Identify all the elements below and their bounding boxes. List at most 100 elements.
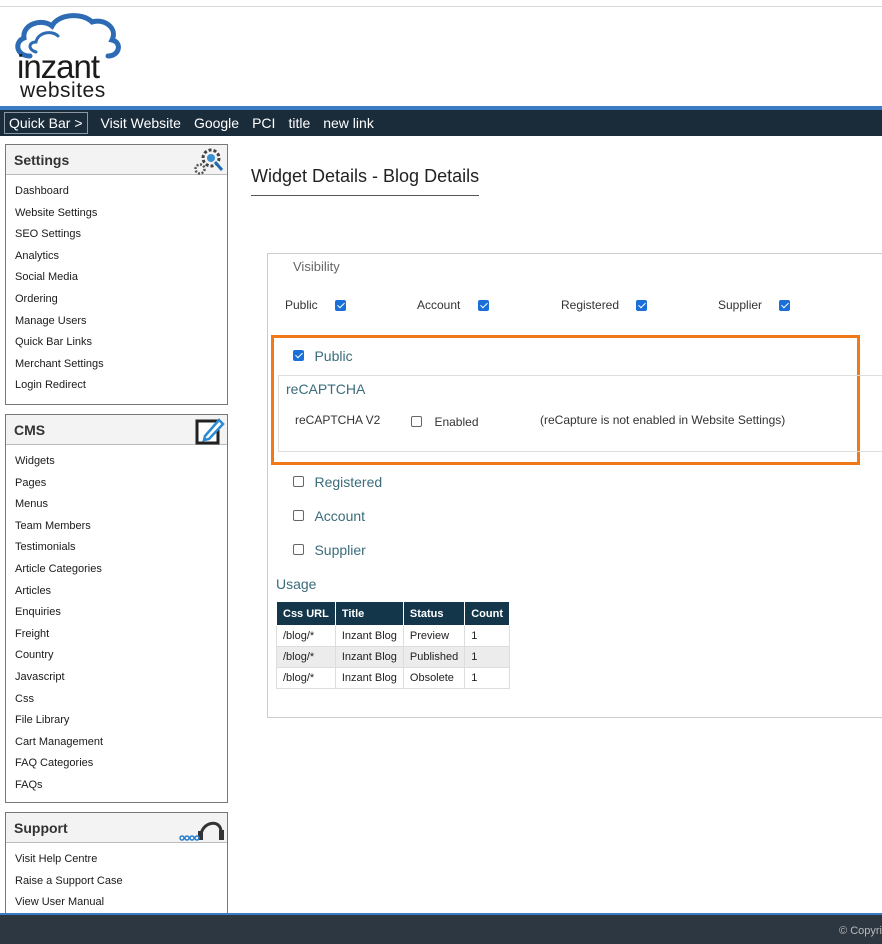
cell-css-url: /blog/* bbox=[276, 646, 336, 668]
visibility-supplier-label: Supplier bbox=[718, 298, 763, 312]
section-account-label: Account bbox=[314, 507, 366, 524]
quick-bar-label[interactable]: Quick Bar > bbox=[4, 112, 88, 134]
quick-link-visit-website[interactable]: Visit Website bbox=[101, 115, 181, 131]
page-title: Widget Details - Blog Details bbox=[251, 166, 480, 196]
visibility-public-checkbox[interactable] bbox=[335, 300, 347, 312]
gears-icon bbox=[193, 146, 225, 181]
sidebar-item-article-categories[interactable]: Article Categories bbox=[15, 559, 227, 581]
recaptcha-heading: reCAPTCHA bbox=[286, 381, 366, 397]
visibility-public-label: Public bbox=[285, 298, 318, 312]
table-row: /blog/* Inzant Blog Obsolete 1 bbox=[276, 667, 510, 689]
visibility-account-checkbox[interactable] bbox=[477, 300, 489, 312]
sidebar-item-faq-categories[interactable]: FAQ Categories bbox=[15, 753, 227, 775]
sidebar-item-freight[interactable]: Freight bbox=[15, 624, 227, 646]
headset-icon bbox=[177, 814, 225, 849]
cell-css-url: /blog/* bbox=[276, 625, 336, 647]
sidebar-item-enquiries[interactable]: Enquiries bbox=[15, 602, 227, 624]
quick-link-pci[interactable]: PCI bbox=[252, 115, 275, 131]
cell-status: Published bbox=[402, 646, 466, 668]
visibility-legend: Visibility bbox=[293, 259, 340, 274]
section-account: Account bbox=[293, 507, 365, 525]
section-registered-checkbox[interactable] bbox=[293, 476, 304, 488]
edit-icon bbox=[195, 416, 225, 451]
sidebar-item-dashboard[interactable]: Dashboard bbox=[15, 181, 227, 203]
sidebar-item-visit-help-centre[interactable]: Visit Help Centre bbox=[15, 849, 227, 871]
section-account-checkbox[interactable] bbox=[293, 510, 304, 522]
cell-count: 1 bbox=[464, 625, 510, 647]
sidebar-item-ordering[interactable]: Ordering bbox=[15, 289, 227, 311]
top-divider bbox=[0, 6, 882, 7]
recaptcha-enabled-label: Enabled bbox=[434, 414, 479, 429]
sidebar-item-file-library[interactable]: File Library bbox=[15, 710, 227, 732]
cms-panel-header: CMS bbox=[6, 415, 227, 445]
section-registered: Registered bbox=[293, 473, 382, 491]
sidebar-item-login-redirect[interactable]: Login Redirect bbox=[15, 375, 227, 397]
sidebar-item-view-user-manual[interactable]: View User Manual bbox=[15, 892, 227, 914]
section-supplier-label: Supplier bbox=[314, 541, 366, 558]
visibility-registered-label: Registered bbox=[561, 298, 620, 312]
footer: © Copyri bbox=[0, 913, 882, 944]
sidebar-item-social-media[interactable]: Social Media bbox=[15, 267, 227, 289]
recaptcha-enabled-checkbox[interactable] bbox=[411, 416, 422, 428]
inzant-logo[interactable]: inzant websites bbox=[12, 12, 130, 104]
cms-panel: CMS Widgets Pages Menus Team Members Tes… bbox=[5, 414, 228, 803]
sidebar-item-cart-management[interactable]: Cart Management bbox=[15, 732, 227, 754]
sidebar-item-team-members[interactable]: Team Members bbox=[15, 516, 227, 538]
table-row: /blog/* Inzant Blog Published 1 bbox=[276, 646, 510, 668]
sidebar-item-articles[interactable]: Articles bbox=[15, 581, 227, 603]
visibility-supplier-checkbox[interactable] bbox=[779, 300, 791, 312]
settings-panel: Settings Dashboard Website Settings SEO … bbox=[5, 144, 228, 405]
sidebar-item-seo-settings[interactable]: SEO Settings bbox=[15, 224, 227, 246]
settings-panel-title: Settings bbox=[14, 152, 70, 168]
sidebar-item-manage-users[interactable]: Manage Users bbox=[15, 311, 227, 333]
quick-link-title[interactable]: title bbox=[288, 115, 310, 131]
sidebar-item-faqs[interactable]: FAQs bbox=[15, 775, 227, 797]
column-css-url: Css URL bbox=[276, 601, 336, 626]
quick-link-google[interactable]: Google bbox=[194, 115, 239, 131]
usage-table-header: Css URL Title Status Count bbox=[276, 601, 510, 626]
recaptcha-note: (reCapture is not enabled in Website Set… bbox=[540, 413, 786, 427]
sidebar-item-menus[interactable]: Menus bbox=[15, 494, 227, 516]
sidebar-item-raise-support-case[interactable]: Raise a Support Case bbox=[15, 871, 227, 893]
cell-css-url: /blog/* bbox=[276, 667, 336, 689]
recaptcha-panel-top-border bbox=[278, 375, 882, 376]
sidebar-item-merchant-settings[interactable]: Merchant Settings bbox=[15, 354, 227, 376]
settings-panel-header: Settings bbox=[6, 145, 227, 175]
cell-title: Inzant Blog bbox=[334, 667, 404, 689]
sidebar-item-analytics[interactable]: Analytics bbox=[15, 246, 227, 268]
sidebar-item-testimonials[interactable]: Testimonials bbox=[15, 537, 227, 559]
visibility-registered-checkbox[interactable] bbox=[636, 300, 648, 312]
cell-status: Obsolete bbox=[402, 667, 466, 689]
recaptcha-field-label: reCAPTCHA V2 bbox=[295, 413, 381, 427]
sidebar-item-website-settings[interactable]: Website Settings bbox=[15, 203, 227, 225]
sidebar-item-quick-bar-links[interactable]: Quick Bar Links bbox=[15, 332, 227, 354]
usage-heading: Usage bbox=[276, 576, 317, 592]
recaptcha-enabled: Enabled bbox=[411, 413, 479, 431]
section-supplier: Supplier bbox=[293, 541, 366, 559]
section-registered-label: Registered bbox=[314, 473, 383, 490]
visibility-registered: Registered bbox=[561, 298, 648, 312]
section-public-label: Public bbox=[314, 347, 353, 364]
sidebar-item-pages[interactable]: Pages bbox=[15, 473, 227, 495]
support-panel-title: Support bbox=[14, 820, 68, 836]
section-public: Public bbox=[293, 347, 353, 365]
quick-bar: Quick Bar > Visit Website Google PCI tit… bbox=[0, 110, 882, 136]
cell-count: 1 bbox=[464, 667, 510, 689]
logo-text-websites: websites bbox=[20, 79, 106, 102]
cell-count: 1 bbox=[464, 646, 510, 668]
sidebar-item-widgets[interactable]: Widgets bbox=[15, 451, 227, 473]
footer-copyright: © Copyri bbox=[839, 925, 882, 937]
section-public-checkbox[interactable] bbox=[293, 350, 304, 362]
cell-title: Inzant Blog bbox=[334, 646, 404, 668]
table-row: /blog/* Inzant Blog Preview 1 bbox=[276, 625, 510, 647]
sidebar-item-country[interactable]: Country bbox=[15, 645, 227, 667]
visibility-public: Public bbox=[285, 298, 347, 312]
sidebar-item-css[interactable]: Css bbox=[15, 689, 227, 711]
section-supplier-checkbox[interactable] bbox=[293, 544, 304, 556]
cell-title: Inzant Blog bbox=[334, 625, 404, 647]
quick-link-new-link[interactable]: new link bbox=[323, 115, 374, 131]
visibility-supplier: Supplier bbox=[718, 298, 791, 312]
sidebar-item-javascript[interactable]: Javascript bbox=[15, 667, 227, 689]
support-panel-header: Support bbox=[6, 813, 227, 843]
column-title: Title bbox=[334, 601, 404, 626]
